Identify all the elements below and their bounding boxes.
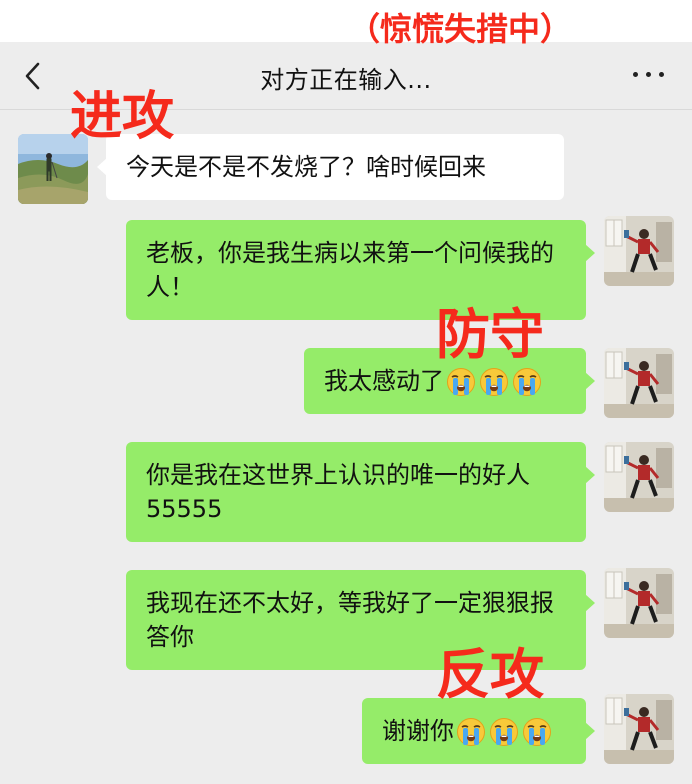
- avatar[interactable]: [604, 694, 674, 764]
- annotation-panic: （惊慌失措中）: [348, 10, 573, 48]
- avatar[interactable]: [604, 568, 674, 638]
- crying-face-icon: [456, 717, 486, 747]
- annotation-attack: 进攻: [70, 87, 175, 147]
- message-text: 谢谢你: [382, 717, 454, 745]
- avatar[interactable]: [604, 348, 674, 418]
- message-bubble[interactable]: 今天是不是不发烧了？啥时候回来: [97, 134, 564, 200]
- avatar[interactable]: [604, 216, 674, 286]
- crying-face-icon: [479, 367, 509, 397]
- more-dots-icon[interactable]: [633, 72, 664, 77]
- annotation-counter: 反攻: [436, 643, 544, 706]
- message-text: 今天是不是不发烧了？啥时候回来: [126, 153, 486, 181]
- avatar[interactable]: [604, 442, 674, 512]
- crying-face-icon: [446, 367, 476, 397]
- crying-face-icon: [512, 367, 542, 397]
- status-bar-area: [0, 0, 692, 42]
- message-bubble[interactable]: 你是我在这世界上认识的唯一的好人 55555: [126, 442, 595, 542]
- annotation-defend: 防守: [436, 303, 544, 366]
- crying-face-icon: [489, 717, 519, 747]
- message-text: 我太感动了: [324, 367, 444, 395]
- message-text: 你是我在这世界上认识的唯一的好人 55555: [146, 461, 530, 523]
- crying-face-icon: [522, 717, 552, 747]
